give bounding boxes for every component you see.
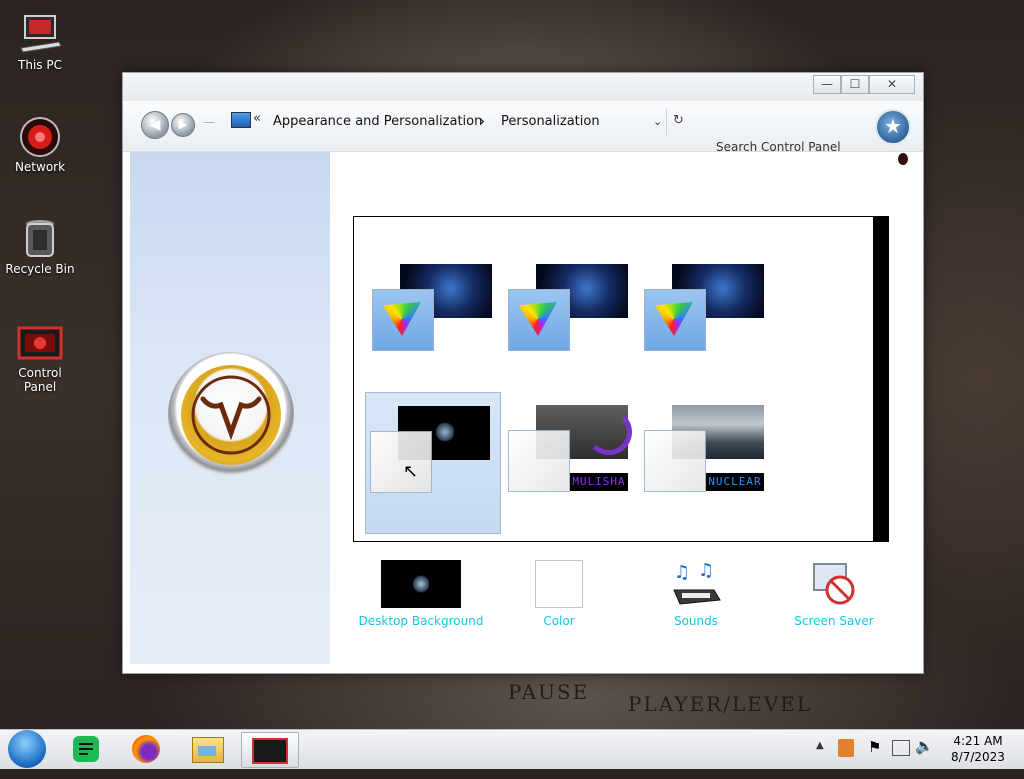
minimize-button[interactable]: — (813, 75, 841, 94)
star-icon: ★ (884, 114, 902, 138)
desktop-icon-label: Recycle Bin (5, 262, 75, 276)
breadcrumb-personalization[interactable]: Personalization (501, 114, 600, 129)
network-tray-icon[interactable] (892, 740, 910, 756)
alien-head-icon (898, 153, 908, 165)
color-swatch-icon (644, 430, 706, 492)
desktop-background-link[interactable]: Desktop Background (351, 560, 491, 628)
tray-app-icon[interactable] (838, 739, 854, 757)
desktop-background-icon (381, 560, 461, 608)
clock[interactable]: 4:21 AM 8/7/2023 (948, 733, 1008, 772)
color-swatch-icon (644, 289, 706, 351)
shortcut-label: Screen Saver (794, 614, 874, 628)
taskbar-file-explorer[interactable] (180, 732, 236, 766)
close-button[interactable]: ✕ (869, 75, 915, 94)
back-button[interactable]: ◀ (141, 111, 169, 139)
color-link[interactable]: Color (489, 560, 629, 628)
color-swatch-icon (370, 431, 432, 493)
firefox-icon (132, 735, 160, 763)
refresh-icon[interactable]: ↻ (673, 113, 684, 128)
recycle-bin-icon (17, 218, 63, 258)
theme-tile-6[interactable]: NUCLEAR (640, 405, 774, 545)
arrow-left-icon: ◀ (149, 117, 161, 133)
breadcrumb-appearance[interactable]: Appearance and Personalization (273, 114, 482, 129)
control-panel-location-icon (231, 112, 251, 128)
computer-icon (17, 14, 63, 54)
taskbar-firefox[interactable] (118, 732, 174, 766)
desktop-icon-label: Network (14, 160, 66, 174)
desktop-icon-network[interactable]: Network (2, 116, 78, 174)
file-explorer-icon (192, 737, 224, 763)
control-panel-icon (17, 322, 63, 362)
user-account-picture[interactable] (168, 352, 294, 478)
forward-button[interactable]: ▶ (171, 113, 195, 137)
svg-text:♫: ♫ (698, 560, 714, 581)
theme-badge: MULISHA (570, 473, 628, 491)
network-icon (17, 116, 63, 157)
desktop-icon-control-panel[interactable]: Control Panel (2, 322, 78, 394)
desktop-icon-recycle-bin[interactable]: Recycle Bin (2, 218, 78, 276)
theme-tile-4-selected[interactable]: ↖ (365, 392, 501, 534)
action-center-flag-icon[interactable]: ⚑ (868, 738, 881, 777)
screen-saver-icon (810, 560, 858, 608)
color-swatch-icon (508, 289, 570, 351)
sounds-link[interactable]: ♫ ♫ Sounds (626, 560, 766, 628)
mouse-cursor-icon: ↖ (403, 461, 419, 482)
left-pane (130, 152, 330, 664)
shortcut-label: Color (543, 614, 575, 628)
theme-badge: NUCLEAR (706, 473, 764, 491)
search-input[interactable]: Search Control Panel (708, 134, 876, 160)
recent-locations-icon[interactable]: — (203, 115, 215, 129)
theme-gallery: ↖ MULISHA NUCLEAR (353, 216, 889, 542)
shortcut-label: Sounds (673, 614, 719, 628)
address-bar: ◀ ▶ — « Appearance and Personalization ›… (123, 101, 923, 154)
wallpaper-text-pause: PAUSE (508, 680, 590, 704)
theme-tile-1[interactable] (368, 264, 502, 404)
breadcrumb-separator: › (479, 112, 485, 130)
clock-time: 4:21 AM (953, 734, 1003, 748)
theme-tile-3[interactable] (640, 264, 774, 404)
volume-icon[interactable]: 🔈 (915, 737, 934, 776)
personalization-window: — ☐ ✕ ◀ ▶ — « Appearance and Personaliza… (122, 72, 924, 674)
maximize-button[interactable]: ☐ (841, 75, 869, 94)
desktop-icon-label: This PC (18, 58, 62, 72)
bull-logo-icon (181, 365, 281, 465)
start-orb-icon (8, 730, 46, 768)
taskbar-notes-app[interactable] (58, 732, 114, 766)
wallpaper-text-player-level: PLAYER/LEVEL (628, 692, 813, 716)
clock-date: 8/7/2023 (951, 750, 1005, 764)
color-swatch-icon (372, 289, 434, 351)
tray-overflow-icon[interactable]: ▲ (816, 740, 824, 779)
address-divider (666, 109, 667, 135)
title-bar[interactable]: — ☐ ✕ (123, 73, 923, 101)
color-swatch-icon (508, 430, 570, 492)
theme-tile-2[interactable] (504, 264, 638, 404)
notes-app-icon (73, 736, 99, 762)
svg-text:♫: ♫ (674, 562, 690, 583)
desktop-icon-this-pc[interactable]: This PC (2, 14, 78, 72)
breadcrumb-overflow[interactable]: « (253, 111, 261, 126)
control-panel-icon (252, 738, 288, 764)
favorites-star-button[interactable]: ★ (875, 109, 911, 145)
screen-saver-link[interactable]: Screen Saver (764, 560, 904, 628)
theme-tile-5[interactable]: MULISHA (504, 405, 638, 545)
gallery-scrollbar[interactable] (873, 216, 889, 542)
arrow-right-icon: ▶ (178, 118, 188, 131)
taskbar-control-panel[interactable] (241, 732, 299, 768)
color-icon (535, 560, 583, 608)
shortcut-label: Desktop Background (358, 614, 484, 628)
taskbar: ▲ ⚑ 🔈 4:21 AM 8/7/2023 (0, 729, 1024, 769)
desktop-icon-label: Control Panel (18, 366, 62, 394)
address-dropdown-icon[interactable]: ⌄ (653, 115, 662, 128)
start-button[interactable] (0, 730, 56, 768)
sounds-icon: ♫ ♫ (670, 560, 722, 608)
